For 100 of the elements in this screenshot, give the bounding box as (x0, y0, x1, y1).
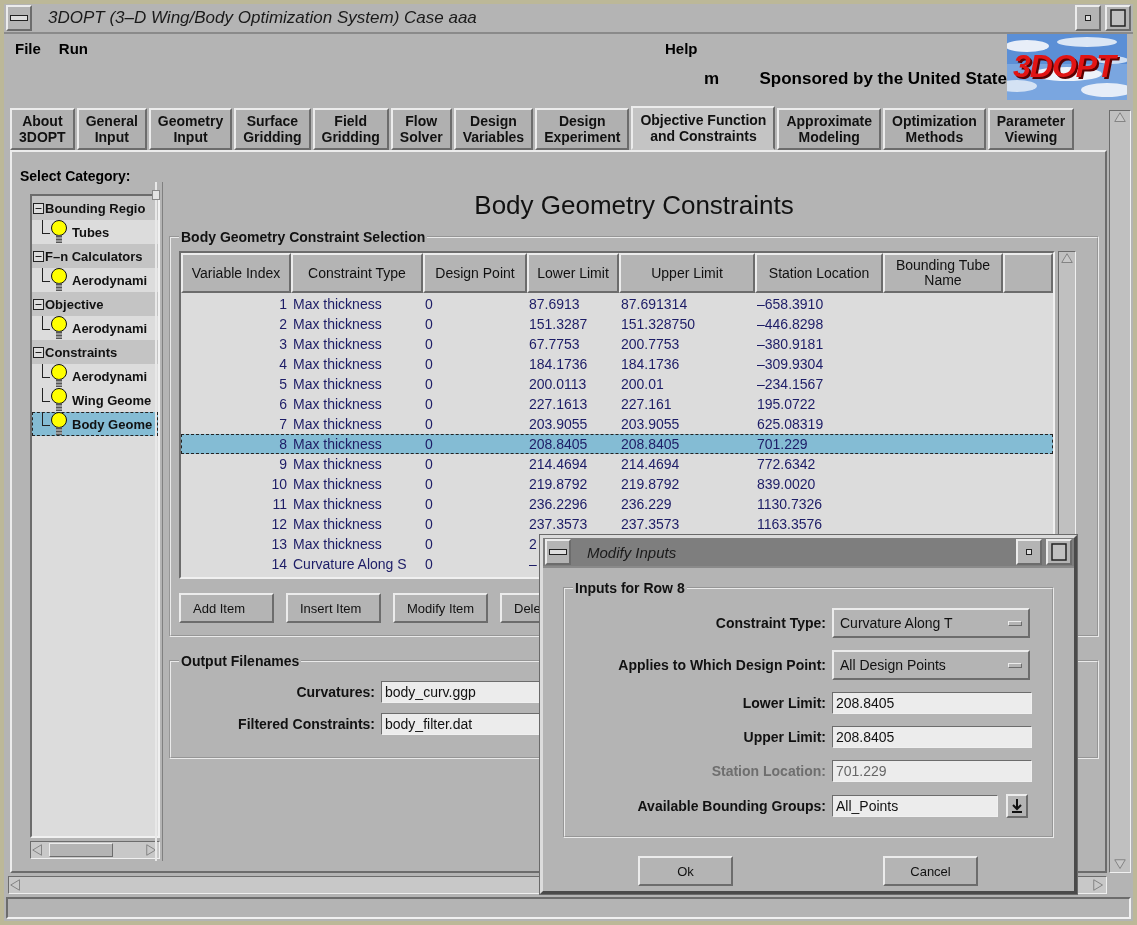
table-cell-text: 3 (279, 336, 288, 352)
table-row[interactable]: 8 Max thickness 0 208.8405 208.8405 701.229 (181, 434, 1053, 454)
tab[interactable]: Flow Solver (390, 108, 452, 150)
collapse-icon[interactable] (33, 202, 44, 214)
dropdown-button[interactable] (1006, 794, 1028, 818)
dropdown[interactable]: Curvature Along T (832, 608, 1030, 638)
tab[interactable]: Design Experiment (535, 108, 630, 150)
collapse-icon[interactable] (33, 250, 44, 262)
table-row[interactable]: 5 Max thickness 0 200.0113 200.01 –234.1567 (181, 374, 1053, 394)
tab[interactable]: Optimization Methods (883, 108, 986, 150)
banner-text: Sponsored by the United State (759, 69, 1007, 89)
action-button[interactable]: Insert Item (286, 593, 381, 623)
dialog-button[interactable]: Ok (638, 856, 733, 886)
minimize-button[interactable] (1075, 5, 1101, 31)
maximize-button[interactable] (1105, 5, 1131, 31)
column-header[interactable]: Constraint Type (291, 253, 423, 293)
column-header[interactable]: Upper Limit (619, 253, 755, 293)
table-row[interactable]: 10 Max thickness 0 219.8792 219.8792 839.0020 (181, 474, 1053, 494)
menu-item[interactable]: File (12, 38, 44, 59)
table-cell-text: Max thickness (292, 376, 383, 392)
maximize-icon (1110, 9, 1126, 27)
table-cell-text: 839.0020 (756, 476, 817, 492)
tab[interactable]: Approximate Modeling (777, 108, 881, 150)
tree-group[interactable]: Constraints (32, 340, 158, 364)
tree-item[interactable]: Aerodynami (32, 316, 158, 340)
tree-item[interactable]: Tubes (32, 220, 158, 244)
menu-item[interactable]: Help (662, 38, 701, 59)
table-cell-text: 236.2296 (528, 496, 589, 512)
column-header[interactable]: Bounding Tube Name (883, 253, 1003, 293)
tree-group[interactable]: Objective (32, 292, 158, 316)
table-cell-text: 625.08319 (756, 416, 825, 432)
table-cell-text: Max thickness (292, 416, 383, 432)
collapse-icon[interactable] (33, 298, 44, 310)
table-row[interactable]: 3 Max thickness 0 67.7753 200.7753 –380.9181 (181, 334, 1053, 354)
table-cell-text: 151.328750 (620, 316, 696, 332)
table-cell-text: 1163.3576 (756, 516, 824, 532)
field-label: Curvatures: (296, 684, 375, 700)
table-row[interactable]: 9 Max thickness 0 214.4694 214.4694 772.6342 (181, 454, 1053, 474)
minimize-button[interactable] (1016, 539, 1042, 565)
table-cell-text: 151.3287 (528, 316, 589, 332)
column-header[interactable]: Lower Limit (527, 253, 619, 293)
input-field[interactable]: 208.8405 (832, 692, 1032, 714)
tab[interactable]: Design Variables (453, 108, 534, 150)
table-row[interactable]: 1 Max thickness 0 87.6913 87.691314 –658.3910 (181, 294, 1053, 314)
dropdown[interactable]: All Design Points (832, 650, 1030, 680)
table-cell-text: 2 (279, 316, 288, 332)
table-cell-text: 0 (424, 456, 434, 472)
tab[interactable]: About 3DOPT (10, 108, 75, 150)
table-cell-text: 1130.7326 (756, 496, 824, 512)
tab[interactable]: General Input (76, 108, 147, 150)
table-cell-text: Max thickness (292, 296, 383, 312)
menu-item[interactable]: Run (55, 38, 91, 59)
table-cell-text: 0 (424, 436, 434, 452)
tab[interactable]: Objective Function and Constraints (631, 106, 776, 150)
tree-item[interactable]: Aerodynami (32, 364, 158, 388)
horizontal-scrollbar[interactable] (30, 841, 160, 859)
table-cell-text: 5 (279, 376, 288, 392)
minimize-icon (1026, 549, 1032, 555)
column-header[interactable]: Design Point (423, 253, 527, 293)
table-row[interactable]: 12 Max thickness 0 237.3573 237.3573 1163.3576 (181, 514, 1053, 534)
column-header[interactable]: Variable Index (181, 253, 291, 293)
window-menu-button[interactable] (6, 5, 32, 31)
dialog-button[interactable]: Cancel (883, 856, 978, 886)
table-row[interactable]: 11 Max thickness 0 236.2296 236.229 1130.7326 (181, 494, 1053, 514)
tab[interactable]: Surface Gridding (234, 108, 311, 150)
table-cell-text: 184.1736 (528, 356, 589, 372)
table-cell-text: 0 (424, 516, 434, 532)
tree-item[interactable]: Aerodynami (32, 268, 158, 292)
action-button[interactable]: Modify Item (393, 593, 488, 623)
tree-group[interactable]: Bounding Regio (32, 196, 158, 220)
tree-item[interactable]: Wing Geome (32, 388, 158, 412)
table-cell-text: 0 (424, 556, 434, 572)
group-title: Inputs for Row 8 (574, 580, 686, 596)
maximize-button[interactable] (1046, 539, 1072, 565)
table-row[interactable]: 6 Max thickness 0 227.1613 227.161 195.0722 (181, 394, 1053, 414)
maximize-icon (1051, 543, 1067, 561)
table-cell-text: 208.8405 (620, 436, 681, 452)
input-field[interactable]: 208.8405 (832, 726, 1032, 748)
option-indicator-icon (1008, 620, 1022, 626)
tab[interactable]: Geometry Input (148, 108, 233, 150)
combo-field[interactable]: All_Points (832, 795, 998, 817)
tree-group[interactable]: F–n Calculators (32, 244, 158, 268)
lightbulb-icon (50, 388, 68, 412)
table-row[interactable]: 4 Max thickness 0 184.1736 184.1736 –309.9304 (181, 354, 1053, 374)
action-button[interactable]: Add Item (179, 593, 274, 623)
window-menu-button[interactable] (545, 539, 571, 565)
collapse-icon[interactable] (33, 346, 44, 358)
tab[interactable]: Field Gridding (312, 108, 389, 150)
table-cell-text: 13 (271, 536, 288, 552)
table-cell-text: –658.3910 (756, 296, 825, 312)
tree-item[interactable]: Body Geome (32, 412, 158, 436)
tab[interactable]: Parameter Viewing (987, 108, 1075, 150)
sash-handle[interactable] (152, 190, 160, 200)
table-cell-text: 11 (272, 496, 288, 512)
field-label: Station Location: (711, 763, 826, 779)
scroll-thumb[interactable] (49, 843, 113, 857)
column-header[interactable]: Station Location (755, 253, 883, 293)
table-row[interactable]: 7 Max thickness 0 203.9055 203.9055 625.08319 (181, 414, 1053, 434)
table-row[interactable]: 2 Max thickness 0 151.3287 151.328750 –446.8298 (181, 314, 1053, 334)
table-cell-text: 0 (424, 336, 434, 352)
